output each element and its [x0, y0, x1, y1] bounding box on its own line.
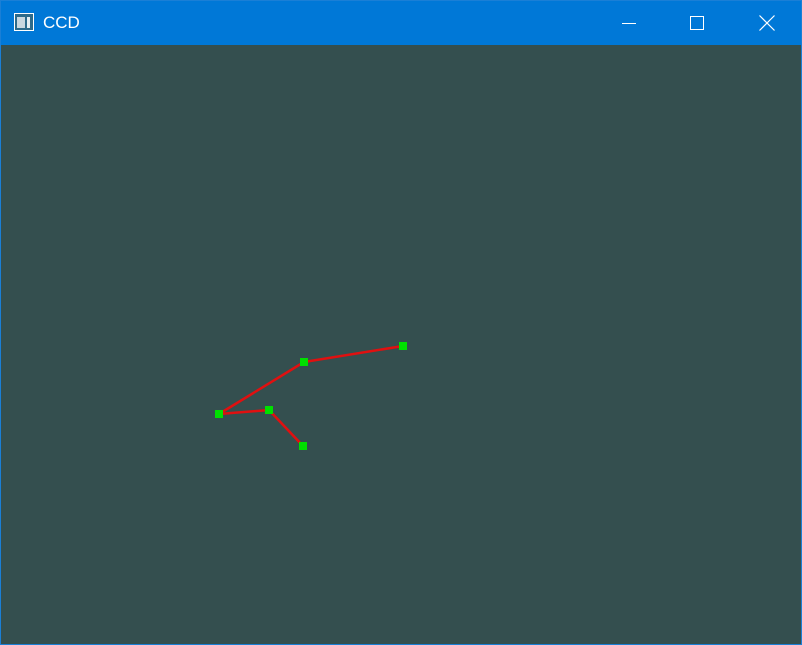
minimize-button[interactable] — [595, 1, 663, 45]
app-icon-pane-right — [27, 17, 30, 28]
maximize-button[interactable] — [663, 1, 731, 45]
minimize-icon — [622, 23, 636, 24]
chain-link — [267, 408, 305, 448]
close-icon — [759, 15, 775, 31]
close-button[interactable] — [733, 1, 801, 45]
chain-joint[interactable] — [265, 406, 273, 414]
chain-joint[interactable] — [299, 442, 307, 450]
chain-joint[interactable] — [215, 410, 223, 418]
chain-link — [217, 360, 306, 416]
app-window: CCD — [0, 0, 802, 645]
window-title: CCD — [43, 13, 80, 32]
chain-end-effector[interactable] — [399, 342, 407, 350]
app-icon[interactable] — [14, 13, 34, 31]
maximize-icon — [690, 16, 704, 30]
ccd-chain-scene — [215, 342, 407, 450]
chain-joint[interactable] — [300, 358, 308, 366]
app-icon-pane-left — [17, 17, 25, 28]
title-bar[interactable]: CCD — [1, 1, 801, 45]
chain-link — [302, 344, 405, 364]
drawing-canvas[interactable] — [1, 45, 801, 644]
